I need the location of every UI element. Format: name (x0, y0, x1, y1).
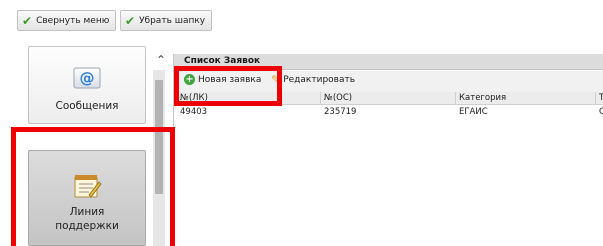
hide-header-button[interactable]: ✔ Убрать шапку (120, 10, 213, 31)
column-header[interactable]: Категория (459, 92, 506, 105)
table-cell: 235719 (324, 107, 357, 117)
checkmark-icon: ✔ (22, 13, 33, 28)
svg-text:@: @ (80, 69, 95, 87)
table-cell: 49403 (180, 107, 208, 117)
table-cell: С (599, 107, 603, 117)
column-divider[interactable] (595, 92, 596, 105)
collapse-menu-button[interactable]: ✔ Свернуть меню (17, 10, 117, 31)
highlight-box-new-request (174, 66, 282, 106)
scroll-up-arrow-icon[interactable]: ⌃ (156, 54, 166, 66)
highlight-box-support-line (11, 127, 175, 246)
table-row[interactable]: 49403 235719 ЕГАИС С (174, 106, 603, 120)
column-header[interactable]: №(ОС) (324, 92, 352, 105)
column-divider[interactable] (320, 92, 321, 105)
hide-header-label: Убрать шапку (139, 15, 206, 26)
sidebar-item-label: Сообщения (55, 100, 119, 112)
collapse-menu-label: Свернуть меню (36, 15, 110, 26)
edit-label: Редактировать (283, 74, 356, 85)
table-cell: ЕГАИС (459, 107, 488, 117)
column-divider[interactable] (455, 92, 456, 105)
sidebar-item-messages[interactable]: @ Сообщения (28, 46, 146, 124)
checkmark-icon: ✔ (125, 13, 136, 28)
edit-button[interactable]: ✎ Редактировать (271, 74, 355, 85)
at-sign-envelope-icon: @ (73, 67, 101, 89)
column-header[interactable]: Т (599, 92, 603, 105)
